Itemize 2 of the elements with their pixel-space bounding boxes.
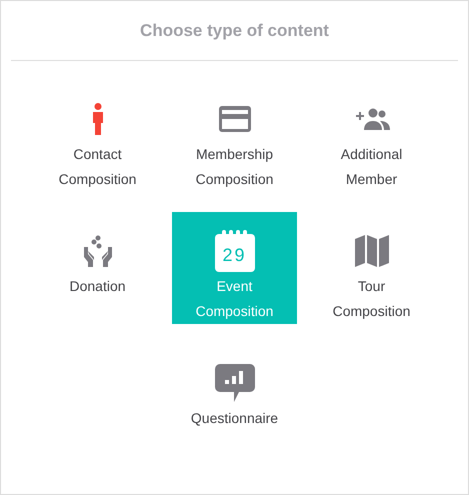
calendar-day: 29 — [222, 246, 247, 264]
dialog-title: Choose type of content — [140, 20, 329, 42]
